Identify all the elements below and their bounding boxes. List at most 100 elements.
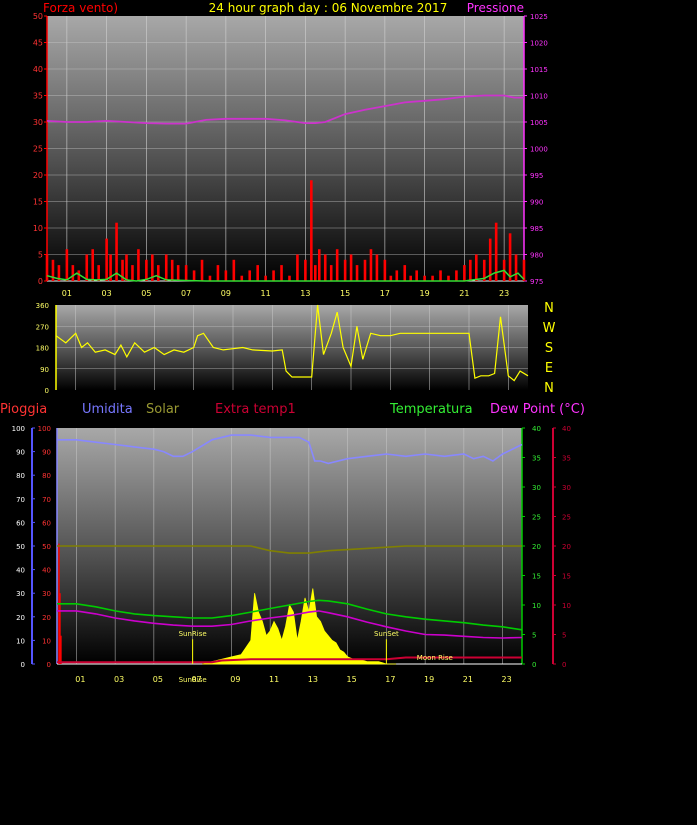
humidity-tick-label: 50: [42, 543, 51, 551]
dew-point-tick-label: 40: [562, 425, 571, 433]
chart-title: 24 hour graph day : 06 Novembre 2017: [209, 1, 448, 15]
x-tick-label: 05: [153, 675, 163, 684]
y-right-tick-label: 1005: [530, 119, 548, 127]
x-tick-label: 15: [347, 675, 357, 684]
x-tick-label: 03: [114, 675, 124, 684]
x-tick-label: 23: [502, 675, 512, 684]
sunset-label: SunSet: [374, 630, 399, 638]
y-left-tick-label: 30: [33, 118, 43, 127]
x-tick-label: 13: [308, 675, 318, 684]
temperature-tick-label: 30: [532, 484, 541, 492]
temperature-tick-label: 25: [532, 514, 541, 522]
dew-point-tick-label: 30: [562, 484, 571, 492]
y-right-tick-label: 990: [530, 199, 543, 207]
y-left-tick-label: 10: [33, 224, 43, 233]
x-tick-label: 05: [141, 289, 151, 298]
y-left-tick-label: 25: [33, 145, 43, 154]
humidity-tick-label: 80: [42, 472, 51, 480]
dew-point-tick-label: 20: [562, 543, 571, 551]
y-left-tick-label: 20: [33, 171, 43, 180]
temperature-tick-label: 10: [532, 602, 541, 610]
legend-solar: Solar: [146, 402, 180, 417]
x-tick-label: 13: [300, 289, 310, 298]
dew-point-tick-label: 25: [562, 514, 571, 522]
rain-tick-label: 10: [16, 637, 25, 645]
humidity-tick-label: 10: [42, 637, 51, 645]
compass-label: N: [544, 301, 554, 316]
x-tick-label: 17: [380, 289, 390, 298]
legend-extra-temp: Extra temp1: [215, 402, 296, 417]
temperature-tick-label: 35: [532, 455, 541, 463]
humidity-tick-label: 100: [38, 425, 51, 433]
rain-tick-label: 80: [16, 472, 25, 480]
y-right-tick-label: 1015: [530, 66, 548, 74]
y-left-tick-label: 15: [33, 198, 43, 207]
rain-tick-label: 90: [16, 449, 25, 457]
legend-dew-point: Dew Point (°C): [490, 402, 585, 417]
compass-label: S: [545, 341, 553, 356]
y-right-tick-label: 985: [530, 225, 543, 233]
temperature-tick-label: 20: [532, 543, 541, 551]
direction-tick-label: 180: [36, 345, 49, 353]
direction-tick-label: 360: [36, 302, 49, 310]
legend-umidita: Umidita: [82, 402, 133, 417]
direction-tick-label: 0: [45, 387, 49, 395]
direction-tick-label: 270: [36, 323, 49, 331]
y-right-tick-label: 995: [530, 172, 543, 180]
rain-tick-label: 70: [16, 496, 25, 504]
y-right-tick-label: 1025: [530, 13, 548, 21]
y-right-tick-label: 1020: [530, 40, 548, 48]
direction-tick-label: 90: [40, 366, 49, 374]
compass-label: W: [543, 321, 556, 336]
y-left-tick-label: 50: [33, 12, 43, 21]
humidity-tick-label: 60: [42, 519, 51, 527]
humidity-tick-label: 40: [42, 567, 51, 575]
y-left-tick-label: 45: [33, 39, 43, 48]
humidity-tick-label: 90: [42, 449, 51, 457]
moonrise-label: Moon Rise: [417, 654, 453, 662]
humidity-tick-label: 30: [42, 590, 51, 598]
temperature-tick-label: 5: [532, 632, 536, 640]
y-right-tick-label: 975: [530, 278, 543, 286]
y-left-tick-label: 40: [33, 65, 43, 74]
temperature-tick-label: 40: [532, 425, 541, 433]
x-tick-label: 11: [261, 289, 271, 298]
dew-point-tick-label: 0: [562, 661, 566, 669]
left-axis-title: Forza vento): [43, 1, 118, 15]
y-right-tick-label: 980: [530, 252, 543, 260]
x-tick-label: 09: [221, 289, 231, 298]
x-tick-label: 03: [102, 289, 112, 298]
x-tick-label: 01: [62, 289, 72, 298]
dew-point-tick-label: 5: [562, 632, 566, 640]
compass-label: E: [545, 361, 553, 376]
x-tick-label: 01: [75, 675, 85, 684]
humidity-tick-label: 70: [42, 496, 51, 504]
rain-tick-label: 50: [16, 543, 25, 551]
dew-point-tick-label: 15: [562, 573, 571, 581]
sunrise-label: SunRise: [179, 630, 207, 638]
y-left-tick-label: 35: [33, 92, 43, 101]
legend-temperatura: Temperatura: [389, 402, 473, 417]
x-tick-label: 21: [463, 675, 473, 684]
y-right-tick-label: 1000: [530, 146, 548, 154]
rain-tick-label: 40: [16, 567, 25, 575]
y-left-tick-label: 0: [38, 277, 43, 286]
sunrise-axis-label: SunRise: [179, 676, 207, 684]
x-tick-label: 09: [230, 675, 240, 684]
rain-tick-label: 20: [16, 614, 25, 622]
x-tick-label: 15: [340, 289, 350, 298]
x-tick-label: 17: [385, 675, 395, 684]
x-tick-label: 19: [424, 675, 434, 684]
x-tick-label: 23: [499, 289, 509, 298]
rain-tick-label: 0: [21, 661, 25, 669]
compass-label: N: [544, 381, 554, 396]
right-axis-title: Pressione: [467, 1, 524, 15]
rain-tick-label: 30: [16, 590, 25, 598]
humidity-tick-label: 0: [47, 661, 51, 669]
dew-point-tick-label: 10: [562, 602, 571, 610]
temperature-tick-label: 15: [532, 573, 541, 581]
x-tick-label: 19: [420, 289, 430, 298]
y-right-tick-label: 1010: [530, 93, 548, 101]
legend-pioggia: Pioggia: [0, 402, 47, 417]
temperature-tick-label: 0: [532, 661, 536, 669]
